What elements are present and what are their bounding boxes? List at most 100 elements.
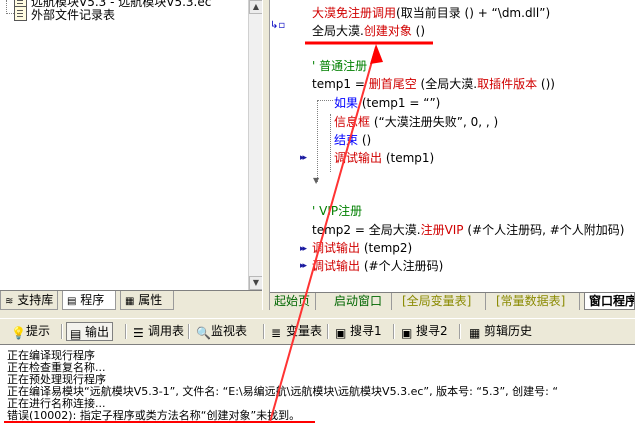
tab-hint[interactable]: 💡提示	[8, 322, 53, 341]
code-comment[interactable]: ' VIP注册	[312, 202, 362, 219]
code-token: 删首尾空	[368, 77, 417, 91]
tab-label: 调用表	[148, 324, 185, 338]
tree-guide-line	[6, 13, 14, 14]
tab-label: 启动窗口	[334, 294, 383, 308]
code-line[interactable]: 调试输出 (#个人注册码)	[312, 257, 443, 274]
code-token: ())	[537, 77, 555, 91]
tab-start-page[interactable]: 起始页	[270, 293, 316, 310]
tab-label: 提示	[26, 324, 51, 338]
tab-global-variables[interactable]: [全局变量表]	[398, 293, 486, 310]
horizontal-splitter[interactable]	[0, 310, 635, 318]
code-token: 创建对象	[363, 24, 412, 38]
tab-label: 窗口程序	[589, 294, 635, 308]
code-token: ()	[411, 24, 426, 38]
breakpoint-marker-icon[interactable]: ▸▸	[300, 244, 307, 254]
tree-item-label: 外部文件记录表	[31, 8, 116, 22]
breakpoint-marker-icon[interactable]: ▸▸	[300, 261, 307, 271]
breakpoint-marker-icon[interactable]: ▸▸	[300, 153, 307, 163]
library-icon: ≋	[5, 296, 14, 307]
tab-call-stack[interactable]: ☰ 调用表	[130, 322, 187, 341]
output-window[interactable]: 正在编译现行程序 正在检查重复名称... 正在预处理现行程序 正在编译易模块“远…	[0, 344, 635, 442]
code-line[interactable]: 信息框 (“大漠注册失败”, 0, , )	[334, 113, 498, 130]
code-token: (取当前目录 () + “\dm.dll”)	[396, 6, 551, 20]
code-token: (#个人注册码, #个人附加码)	[463, 223, 625, 237]
code-keyword: 如果	[334, 96, 359, 110]
tab-variables[interactable]: ≣ 变量表	[268, 322, 325, 341]
tab-label: 程序	[80, 293, 105, 307]
editor-tabs: 起始页 启动窗口 [全局变量表] [常量数据表] 窗口程序	[270, 292, 635, 311]
flow-guide-line	[330, 114, 331, 172]
tab-label: [常量数据表]	[496, 294, 566, 308]
tab-label: 属性	[138, 293, 163, 307]
tab-label: 起始页	[274, 294, 311, 308]
magnifier-icon: 🔍	[196, 326, 211, 340]
tab-program[interactable]: ▤ 程序	[62, 291, 116, 310]
tab-watch[interactable]: 🔍监视表	[193, 322, 250, 341]
code-token: 大漠免注册调用	[312, 6, 397, 20]
table-icon	[14, 6, 27, 21]
separator	[61, 324, 63, 339]
code-token: (temp1 = “”)	[358, 96, 441, 110]
code-keyword: 结束	[334, 133, 359, 147]
tab-clip-history[interactable]: ▦ 剪辑历史	[466, 322, 535, 341]
tab-label: 搜寻1	[350, 324, 382, 338]
code-token: 全局大漠	[312, 24, 361, 38]
separator	[125, 324, 127, 339]
separator	[327, 324, 329, 339]
code-token: 调试输出	[312, 259, 361, 273]
search-list-icon: ▣	[401, 326, 413, 340]
tab-window-program[interactable]: 窗口程序	[584, 293, 635, 310]
code-token: 信息框	[334, 115, 371, 129]
tab-label: 监视表	[211, 324, 248, 338]
code-line[interactable]: 结束 ()	[334, 131, 371, 148]
tab-startup-window[interactable]: 启动窗口	[330, 293, 392, 310]
tree-vertical-scrollbar[interactable]: ▲ ▼	[248, 0, 263, 290]
code-line[interactable]: 调试输出 (temp2)	[312, 239, 412, 256]
code-token: 注册VIP	[420, 223, 464, 237]
list-icon: ☰	[133, 326, 144, 340]
code-comment[interactable]: ' 普通注册	[312, 57, 367, 74]
code-line[interactable]: temp1 = 删首尾空 (全局大漠.取插件版本 ())	[312, 75, 555, 92]
tree-item-external-file-table[interactable]: 外部文件记录表	[14, 6, 115, 22]
tab-properties[interactable]: ▦ 属性	[120, 291, 174, 310]
code-token: 取插件版本	[477, 77, 538, 91]
scroll-up-icon[interactable]: ▲	[249, 0, 263, 14]
program-tree-panel: 远航模块V5.3 - 远航模块V5.3.ec 外部文件记录表	[0, 0, 263, 290]
output-panel-toolbar: 💡提示 ▤ 输出 ☰ 调用表 🔍监视表 ≣ 变量表 ▣ 搜寻1 ▣ 搜寻2 ▦ 剪辑历史	[0, 318, 635, 346]
code-token: temp2 =	[312, 223, 369, 237]
tab-label: 搜寻2	[416, 324, 448, 338]
tree-guide-line	[6, 0, 7, 14]
code-token: (全局大漠	[416, 77, 474, 91]
lightbulb-icon: 💡	[11, 326, 26, 340]
tab-support-library[interactable]: ≋ 支持库	[0, 291, 58, 310]
code-line-error[interactable]: 全局大漠.创建对象 ()	[312, 22, 425, 39]
scroll-down-icon[interactable]: ▼	[249, 276, 263, 290]
separator	[393, 324, 395, 339]
program-icon: ▤	[67, 296, 77, 307]
code-token: 全局大漠	[368, 223, 417, 237]
variable-icon: ≣	[271, 326, 282, 340]
editor-gutter: ↳▫	[270, 0, 288, 290]
flow-arrow-icon: ▼	[313, 176, 320, 185]
search-list-icon: ▣	[335, 326, 347, 340]
code-token: (#个人注册码)	[360, 259, 444, 273]
tab-search2[interactable]: ▣ 搜寻2	[398, 322, 451, 341]
tab-search1[interactable]: ▣ 搜寻1	[332, 322, 385, 341]
code-line[interactable]: temp2 = 全局大漠.注册VIP (#个人注册码, #个人附加码)	[312, 221, 624, 238]
code-token: (temp1)	[382, 151, 435, 165]
tab-label: 支持库	[17, 293, 54, 307]
tab-label: 剪辑历史	[484, 324, 533, 338]
current-line-pointer-icon: ↳▫	[270, 20, 286, 31]
separator	[188, 324, 190, 339]
tab-label: 输出	[85, 325, 110, 339]
flow-guide-line	[317, 100, 318, 182]
tab-constant-data[interactable]: [常量数据表]	[492, 293, 580, 310]
code-token: temp1 =	[312, 77, 369, 91]
code-line[interactable]: 如果 (temp1 = “”)	[334, 94, 440, 111]
panel-splitter[interactable]	[262, 0, 270, 310]
output-error-line[interactable]: 错误(10002): 指定子程序或类方法名称“创建对象”未找到。	[7, 409, 300, 422]
tab-label: [全局变量表]	[402, 294, 472, 308]
code-line[interactable]: 调试输出 (temp1)	[334, 149, 434, 166]
code-line[interactable]: 大漠免注册调用(取当前目录 () + “\dm.dll”)	[312, 4, 550, 21]
tab-output[interactable]: ▤ 输出	[66, 322, 114, 341]
